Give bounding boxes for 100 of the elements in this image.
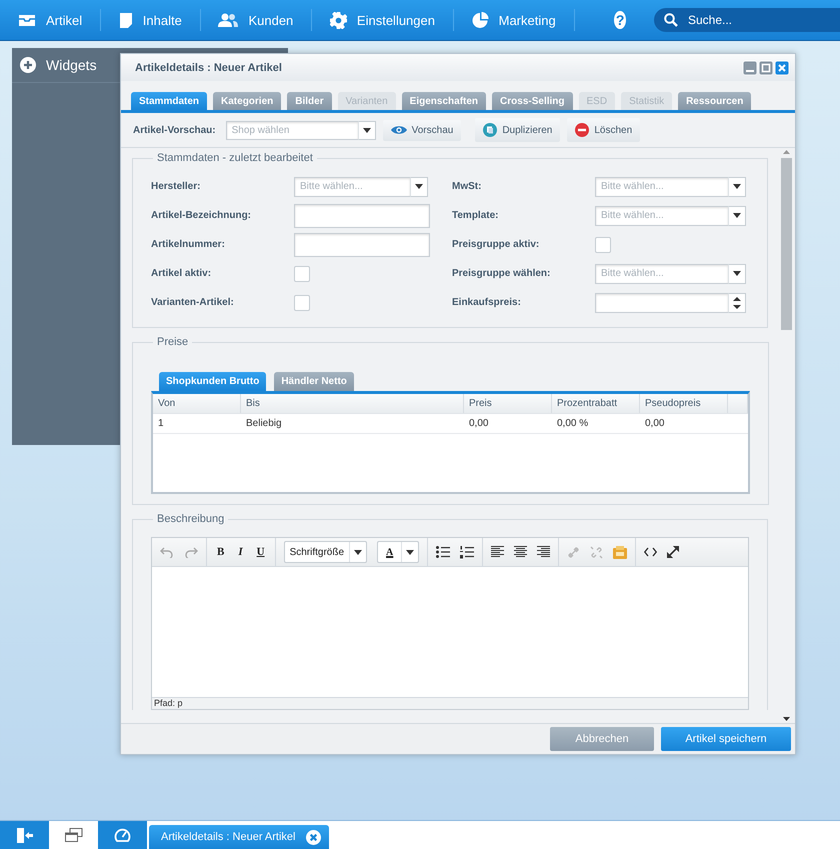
dropdown-trigger[interactable] xyxy=(358,120,376,140)
redo-icon[interactable] xyxy=(184,546,198,558)
field-label: Hersteller: xyxy=(151,181,202,192)
caret-icon xyxy=(362,128,371,132)
nav-menu-item[interactable]: Marketing xyxy=(454,0,574,40)
caret-icon xyxy=(733,184,741,189)
close-button[interactable] xyxy=(775,60,789,74)
checkbox[interactable] xyxy=(294,294,310,310)
windows-icon xyxy=(64,828,82,842)
gauge-icon xyxy=(114,827,131,843)
task-button[interactable]: Artikeldetails : Neuer Artikel xyxy=(149,825,328,849)
field-label: Template: xyxy=(452,210,500,221)
caret-icon xyxy=(354,550,362,554)
nav-menu-item[interactable]: Inhalte xyxy=(100,0,200,40)
field-label: Artikel aktiv: xyxy=(151,268,212,279)
text-field[interactable] xyxy=(294,232,430,256)
search-field[interactable]: Suche... xyxy=(654,8,840,32)
field-label: Einkaufspreis: xyxy=(452,297,522,308)
checkbox[interactable] xyxy=(294,266,310,282)
copy-icon xyxy=(483,123,498,137)
table-cell-text: Beliebig xyxy=(245,417,283,431)
preview-button[interactable]: Vorschau xyxy=(382,120,462,140)
column-header[interactable]: Bis xyxy=(241,394,464,413)
dropdown-trigger[interactable] xyxy=(410,176,428,196)
duplicate-button[interactable]: Duplizieren xyxy=(475,118,560,142)
maximize-button[interactable] xyxy=(759,60,773,74)
tab[interactable]: Cross-Selling xyxy=(492,92,572,110)
shop-select[interactable]: Shop wählen xyxy=(226,120,358,140)
nav-menu-item[interactable]: Einstellungen xyxy=(312,0,453,40)
bullet-list-icon[interactable] xyxy=(436,546,450,558)
select-field[interactable]: Bitte wählen... xyxy=(595,176,728,196)
tab[interactable]: Shopkunden Brutto xyxy=(159,372,266,391)
fullscreen-icon[interactable] xyxy=(667,546,680,558)
spinner-control[interactable] xyxy=(728,292,746,312)
logout-icon xyxy=(16,828,32,842)
logout-button[interactable] xyxy=(0,821,49,849)
column-header[interactable]: Von xyxy=(153,394,241,413)
delete-button[interactable]: Löschen xyxy=(567,118,640,142)
table-cell-text: 0,00 xyxy=(468,417,490,431)
scroll-down-icon[interactable] xyxy=(782,717,790,721)
window-title: Artikeldetails : Neuer Artikel xyxy=(135,62,282,74)
dropdown-trigger[interactable] xyxy=(728,264,746,284)
checkbox[interactable] xyxy=(595,236,611,252)
gear-icon xyxy=(330,12,347,28)
text-color-select[interactable]: A xyxy=(377,541,420,563)
tab[interactable]: Kategorien xyxy=(213,92,282,110)
text-field[interactable] xyxy=(294,204,430,228)
table-cell-text: 0,00 % xyxy=(556,417,590,431)
undo-icon[interactable] xyxy=(160,546,174,558)
column-header[interactable]: Pseudopreis xyxy=(640,394,728,413)
caret-icon xyxy=(733,213,741,218)
nav-menu-item[interactable]: Artikel xyxy=(0,0,100,40)
scrollbar[interactable] xyxy=(780,148,792,723)
field-label: Artikelnummer: xyxy=(151,239,226,250)
caret-icon xyxy=(406,550,414,554)
minimize-button[interactable] xyxy=(743,60,757,74)
column-header[interactable]: Prozentrabatt xyxy=(552,394,640,413)
cancel-button[interactable]: Abbrechen xyxy=(550,727,654,751)
preview-label: Artikel-Vorschau: xyxy=(133,124,216,136)
close-icon[interactable] xyxy=(306,830,320,844)
align-right-icon[interactable] xyxy=(537,546,550,558)
document-icon xyxy=(118,12,133,28)
field-label: MwSt: xyxy=(452,181,482,192)
plus-icon[interactable] xyxy=(20,57,36,73)
search-input[interactable]: Suche... xyxy=(686,12,840,28)
dropdown-trigger[interactable] xyxy=(728,176,746,196)
font-size-select[interactable]: Schriftgröße xyxy=(284,541,368,563)
numbered-list-icon[interactable] xyxy=(460,546,474,558)
select-field[interactable]: Bitte wählen... xyxy=(595,264,728,284)
field-label: Artikel-Bezeichnung: xyxy=(151,210,252,221)
tab[interactable]: Bilder xyxy=(287,92,332,110)
column-header[interactable]: Preis xyxy=(464,394,552,413)
align-left-icon[interactable] xyxy=(491,546,504,558)
tab[interactable]: Stammdaten xyxy=(131,92,208,110)
nav-menu-item[interactable]: Kunden xyxy=(200,0,312,40)
field-label: Preisgruppe aktiv: xyxy=(452,239,540,250)
field-label: Preisgruppe wählen: xyxy=(452,268,552,279)
format-button[interactable]: B xyxy=(215,546,226,558)
widgets-title: Widgets xyxy=(46,57,97,73)
media-icon[interactable] xyxy=(613,546,628,558)
tab[interactable]: Eigenschaften xyxy=(402,92,486,110)
save-button[interactable]: Artikel speichern xyxy=(661,727,791,751)
select-field[interactable]: Bitte wählen... xyxy=(595,206,728,226)
format-button[interactable]: U xyxy=(254,546,267,558)
spinner-icon xyxy=(733,296,741,310)
path-status: Pfad: p xyxy=(154,698,183,708)
select-field[interactable]: Bitte wählen... xyxy=(294,176,410,196)
dashboard-button[interactable] xyxy=(98,821,147,849)
code-icon[interactable] xyxy=(644,547,658,557)
caret-icon xyxy=(415,184,423,189)
tab[interactable]: Ressourcen xyxy=(678,92,752,110)
minus-circle-icon xyxy=(575,123,590,137)
scroll-up-icon[interactable] xyxy=(782,150,790,154)
section-legend: Preise xyxy=(153,336,192,348)
number-field[interactable] xyxy=(595,292,728,312)
help-button[interactable]: ? xyxy=(614,11,626,29)
dropdown-trigger[interactable] xyxy=(728,206,746,226)
format-button[interactable]: I xyxy=(236,546,245,558)
align-center-icon[interactable] xyxy=(514,546,528,558)
tab[interactable]: Händler Netto xyxy=(274,372,354,391)
